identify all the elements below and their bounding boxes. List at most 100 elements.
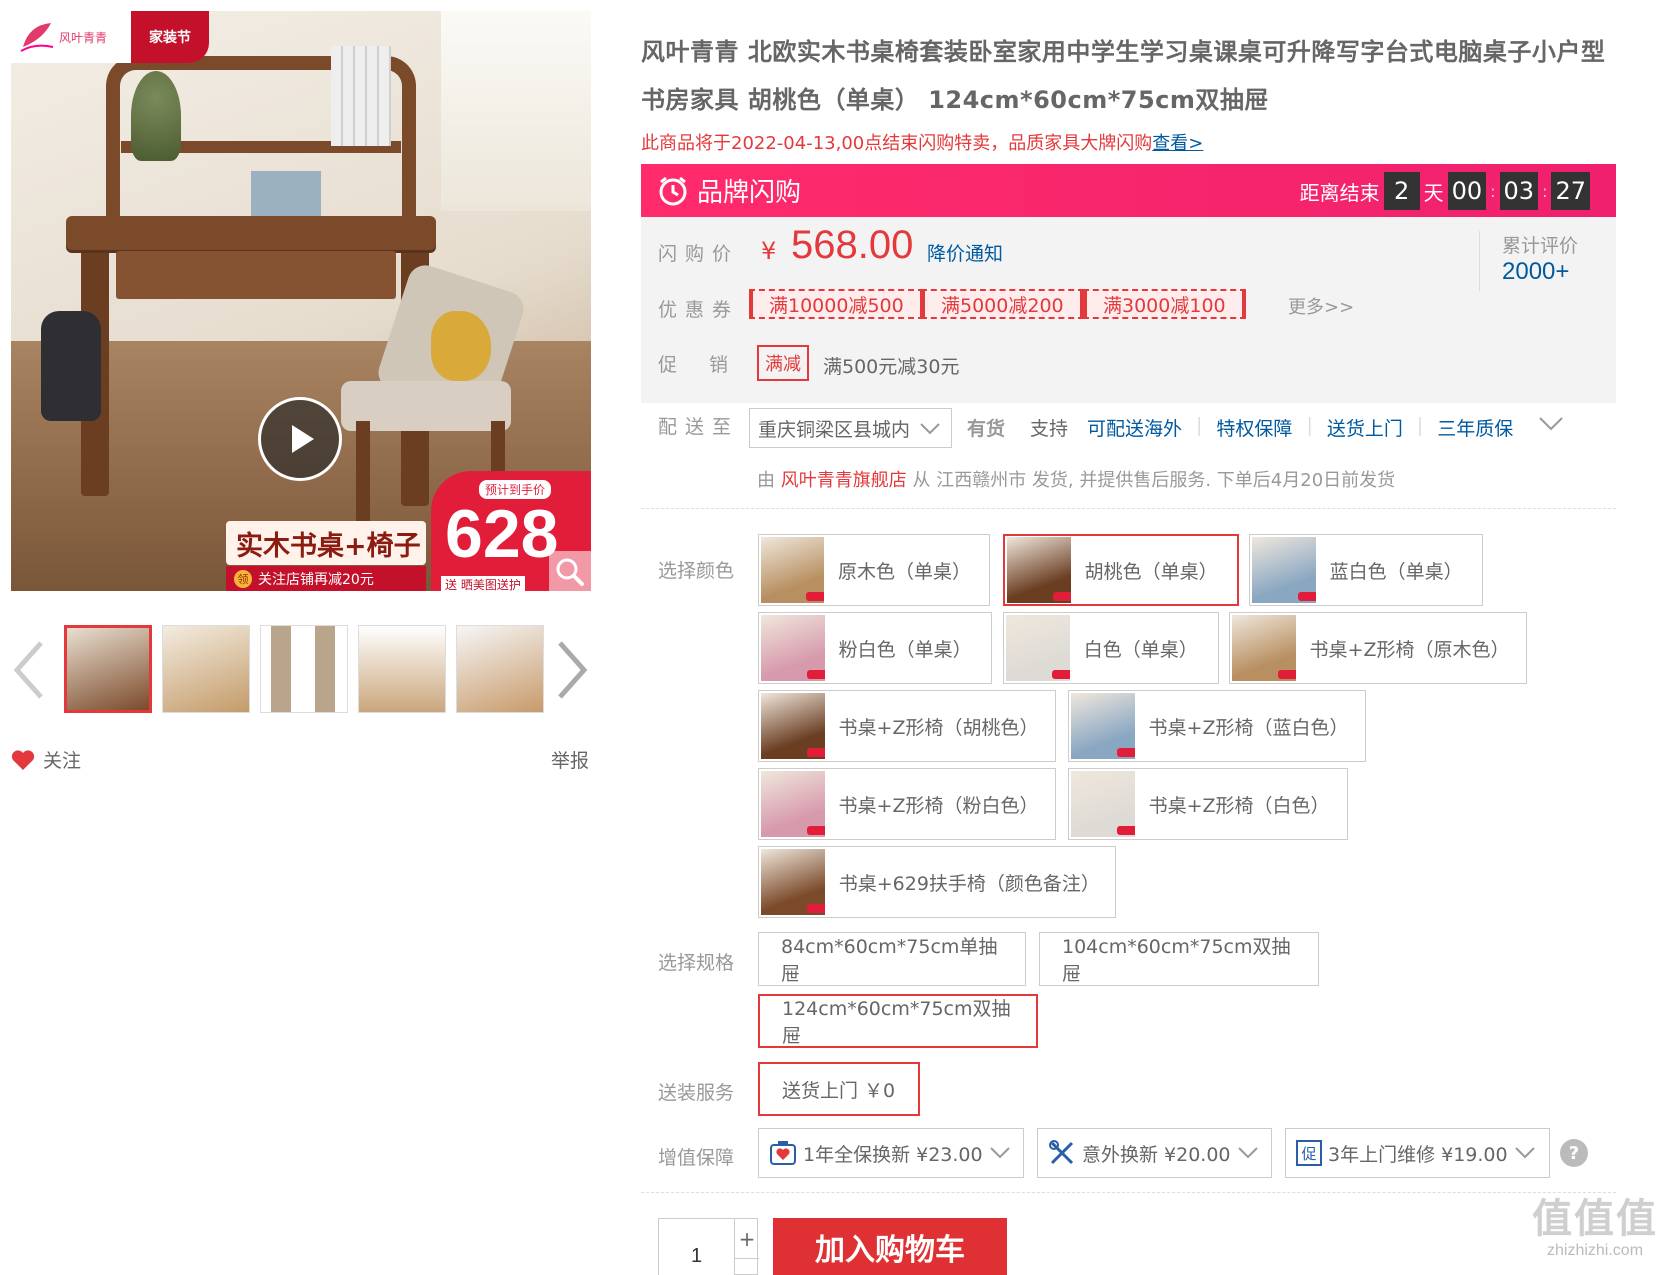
thumbnail[interactable] [64,625,152,713]
color-option[interactable]: 书桌+Z形椅（原木色） [1229,612,1527,684]
more-coupons-link[interactable]: 更多>> [1288,293,1354,319]
brand-logo-text: 风叶青青 [59,30,108,45]
color-option[interactable]: 书桌+Z形椅（蓝白色） [1068,690,1366,762]
coupon-5000-200[interactable]: 满5000减200 [921,289,1084,319]
notice-view-link[interactable]: 查看> [1152,133,1203,154]
backpack [41,311,101,421]
currency-symbol: ¥ [761,237,777,265]
color-option[interactable]: 粉白色（单桌） [758,612,992,684]
thumbnail-strip [64,625,544,713]
play-video-button[interactable] [258,397,342,481]
zoom-button[interactable] [549,551,591,591]
storage-box [251,171,321,221]
service-3yr-warranty[interactable]: 三年质保 [1437,414,1513,441]
price-tag-mark [1277,670,1296,679]
countdown-seconds: 27 [1551,172,1590,210]
color-option-label: 书桌+Z形椅（胡桃色） [838,716,1039,739]
thumb-prev-button[interactable] [9,635,49,705]
plant [131,71,181,161]
section-divider [641,508,1616,509]
service-home-delivery[interactable]: 送货上门 [1327,414,1403,441]
thumbnail[interactable] [260,625,348,713]
price-tag-mark [1052,592,1071,601]
color-swatch-thumbnail [1071,693,1135,759]
countdown-days: 2 [1383,172,1420,210]
thumbnail[interactable] [456,625,544,713]
site-watermark: 值值值 zhizhizhi.com [1521,1196,1669,1275]
divider: | [1416,414,1424,436]
add-to-cart-button[interactable]: 加入购物车 [773,1218,1007,1275]
color-option[interactable]: 白色（单桌） [1003,612,1219,684]
promo-banner-title: 实木书桌+椅子 [226,521,426,565]
warranty-option-accident[interactable]: 意外换新 ¥20.00 [1037,1128,1272,1178]
expand-services-button[interactable] [1538,414,1564,438]
price-tag-mark [806,670,825,679]
desk-drawer [116,251,396,299]
price-tag-mark [806,904,825,913]
color-option-label: 胡桃色（单桌） [1084,560,1218,583]
review-summary[interactable]: 累计评价 2000+ [1479,231,1599,291]
coupon-10000-500[interactable]: 满10000减500 [749,289,924,319]
spec-option-124[interactable]: 124cm*60cm*75cm双抽屉 [758,994,1038,1048]
color-option[interactable]: 书桌+Z形椅（粉白色） [758,768,1056,840]
promotion-text: 满500元减30元 [823,356,960,378]
price-drop-notify-link[interactable]: 降价通知 [927,239,1003,266]
alarm-clock-icon [659,176,687,205]
color-option-label: 粉白色（单桌） [838,638,972,661]
color-option[interactable]: 蓝白色（单桌） [1249,534,1483,606]
warranty-label: 增值保障 [658,1147,735,1169]
warranty-option-1yr[interactable]: 1年全保换新 ¥23.00 [758,1128,1024,1178]
promo-sub-text: 关注店铺再减20元 [258,571,374,588]
color-option[interactable]: 原木色（单桌） [758,534,990,606]
coupon-3000-100[interactable]: 满3000减100 [1083,289,1246,319]
ship-suffix: 从 江西赣州市 发货, 并提供售后服务. 下单后4月20日前发货 [912,470,1396,491]
thumbnail[interactable] [358,625,446,713]
install-label: 送装服务 [658,1082,735,1104]
color-option-label: 书桌+629扶手椅（颜色备注） [838,872,1100,895]
quantity-input[interactable] [659,1219,735,1275]
promotion-tag: 满减 [757,345,809,381]
main-product-image[interactable]: 风叶青青 家装节 实木书桌+椅子 领 关注店铺再减20元 预计到手价 628 送… [11,11,591,591]
warranty-option-accident-label: 意外换新 ¥20.00 [1082,1143,1231,1166]
color-option[interactable]: 书桌+Z形椅（白色） [1068,768,1348,840]
chevron-left-icon [13,641,43,699]
product-title: 风叶青青 北欧实木书桌椅套装卧室家用中学生学习桌课桌可升降写字台式电脑桌子小户型… [641,38,1606,114]
heart-icon [11,749,35,770]
color-swatch-thumbnail [761,771,825,837]
spec-option-104[interactable]: 104cm*60cm*75cm双抽屉 [1039,932,1319,986]
thumbnail[interactable] [162,625,250,713]
follow-button[interactable]: 关注 [11,746,81,773]
color-swatch-thumbnail [1006,615,1070,681]
warranty-option-1yr-label: 1年全保换新 ¥23.00 [803,1143,983,1166]
review-label: 累计评价 [1502,235,1579,257]
install-option[interactable]: 送货上门 ￥0 [758,1062,920,1116]
brand-leaf-icon [20,23,54,52]
quantity-plus-button[interactable]: + [735,1219,759,1259]
color-option[interactable]: 书桌+Z形椅（胡桃色） [758,690,1056,762]
color-option-label: 书桌+Z形椅（蓝白色） [1148,716,1349,739]
desk-top [66,216,436,250]
color-option-label: 蓝白色（单桌） [1329,560,1463,583]
color-option[interactable]: 胡桃色（单桌） [1003,534,1239,606]
help-icon[interactable]: ? [1560,1139,1588,1167]
thumb-next-button[interactable] [552,635,592,705]
quantity-stepper: + [658,1218,759,1275]
warranty-option-3yr[interactable]: 促 3年上门维修 ¥19.00 [1285,1128,1550,1178]
chair-leg [356,421,370,531]
report-link[interactable]: 举报 [551,746,589,773]
festival-badge: 家装节 [131,11,209,63]
chevron-down-icon [1539,417,1563,431]
color-option-label: 书桌+Z形椅（白色） [1148,794,1330,817]
color-option[interactable]: 书桌+629扶手椅（颜色备注） [758,846,1116,918]
price-tag-mark [806,748,825,757]
color-swatch-thumbnail [1007,537,1071,603]
spec-label: 选择规格 [658,952,735,974]
service-overseas[interactable]: 可配送海外 [1087,414,1182,441]
shop-name-link[interactable]: 风叶青青旗舰店 [781,470,907,491]
service-privilege[interactable]: 特权保障 [1216,414,1292,441]
spec-option-84[interactable]: 84cm*60cm*75cm单抽屉 [758,932,1026,986]
review-count: 2000+ [1502,258,1570,285]
countdown-separator: : [1542,181,1548,201]
delivery-region-select[interactable]: 重庆铜梁区县城内 [749,408,952,448]
price-tag-mark [1116,826,1135,835]
